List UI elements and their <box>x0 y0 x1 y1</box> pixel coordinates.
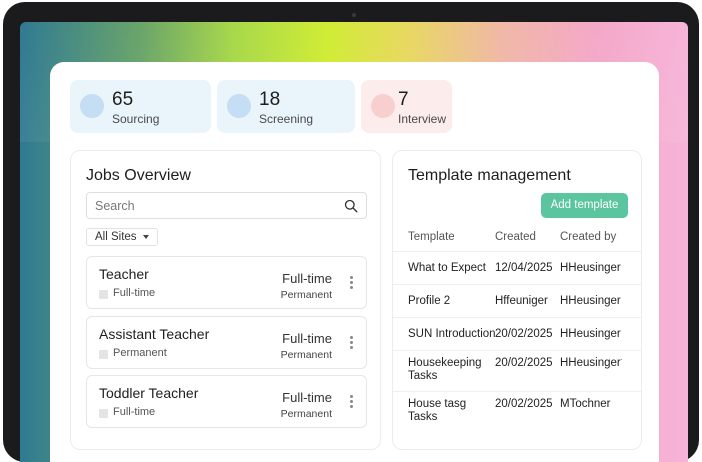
add-template-button[interactable]: Add template <box>541 193 628 218</box>
dashboard-panel: 65 Sourcing 18 Screening 7 Interview Job… <box>50 62 659 462</box>
job-title: Teacher <box>99 266 149 282</box>
template-management-card: Template management Add template Templat… <box>392 150 642 450</box>
job-title: Toddler Teacher <box>99 385 199 401</box>
table-row[interactable]: SUN Introduction 20/02/2025 HHeusinger <box>393 318 641 351</box>
table-row[interactable]: What to Expect 12/04/2025 HHeusinger <box>393 252 641 285</box>
job-contract: Permanent <box>280 289 332 301</box>
stat-label: Sourcing <box>112 112 160 126</box>
template-management-title: Template management <box>408 167 571 184</box>
more-options-icon[interactable] <box>350 395 353 409</box>
stat-interview[interactable]: 7 Interview <box>361 80 452 133</box>
table-header: Template Created Created by <box>393 229 641 252</box>
chevron-down-icon <box>142 234 149 239</box>
stat-value: 7 <box>398 89 409 110</box>
checkbox-icon[interactable] <box>99 350 108 359</box>
template-created-by: HHeusinger <box>560 295 621 307</box>
stat-screening[interactable]: 18 Screening <box>217 80 355 133</box>
job-row[interactable]: Assistant Teacher Permanent Full-time Pe… <box>86 316 367 369</box>
checkbox-icon[interactable] <box>99 409 108 418</box>
template-table: Template Created Created by What to Expe… <box>393 229 641 433</box>
stat-value: 18 <box>259 89 281 110</box>
site-filter-dropdown[interactable]: All Sites <box>86 228 158 246</box>
job-subtitle: Permanent <box>113 347 167 359</box>
job-contract: Permanent <box>280 349 332 361</box>
search-icon[interactable] <box>344 199 358 213</box>
template-created-by: MTochner <box>560 398 611 410</box>
template-created-by: HHeusinger <box>560 262 621 274</box>
job-contract: Permanent <box>280 408 332 420</box>
search-placeholder: Search <box>95 199 135 213</box>
table-row[interactable]: House tasg Tasks 20/02/2025 MTochner <box>393 392 641 433</box>
stat-dot-icon <box>80 94 104 118</box>
more-options-icon[interactable] <box>350 336 353 350</box>
stat-label: Screening <box>259 112 314 126</box>
stat-dot-icon <box>227 94 251 118</box>
table-row[interactable]: Housekeeping Tasks 20/02/2025 HHeusinger… <box>393 351 641 392</box>
stat-dot-icon <box>371 94 395 118</box>
template-created-by: HHeusinger <box>560 328 621 340</box>
stat-value: 65 <box>112 89 134 110</box>
jobs-overview-card: Jobs Overview Search All Sites Teacher F… <box>70 150 381 450</box>
column-header-created[interactable]: Created <box>495 231 536 243</box>
template-created-by: HHeusinger† <box>560 357 622 369</box>
search-input[interactable]: Search <box>86 192 367 219</box>
template-name: What to Expect <box>408 262 486 274</box>
screen-background: 65 Sourcing 18 Screening 7 Interview Job… <box>20 22 688 462</box>
camera-dot <box>352 13 356 17</box>
job-subtitle: Full-time <box>113 287 156 299</box>
site-filter-value: All Sites <box>95 231 137 243</box>
template-created: 20/02/2025 <box>495 357 553 369</box>
job-type: Full-time <box>282 271 332 286</box>
device-frame: 65 Sourcing 18 Screening 7 Interview Job… <box>3 2 699 462</box>
stat-sourcing[interactable]: 65 Sourcing <box>70 80 211 133</box>
more-options-icon[interactable] <box>350 276 353 290</box>
job-row[interactable]: Toddler Teacher Full-time Full-time Perm… <box>86 375 367 428</box>
job-type: Full-time <box>282 390 332 405</box>
job-type: Full-time <box>282 331 332 346</box>
job-title: Assistant Teacher <box>99 326 210 342</box>
job-subtitle: Full-time <box>113 406 156 418</box>
table-row[interactable]: Profile 2 Hffeuniger HHeusinger <box>393 285 641 318</box>
template-name: Profile 2 <box>408 295 451 307</box>
job-row[interactable]: Teacher Full-time Full-time Permanent <box>86 256 367 309</box>
column-header-created-by[interactable]: Created by <box>560 231 622 243</box>
template-name: House tasg Tasks <box>408 398 467 423</box>
template-created: Hffeuniger <box>495 295 548 307</box>
template-name: SUN Introduction <box>408 328 496 340</box>
template-name: Housekeeping Tasks <box>408 357 482 382</box>
column-header-template[interactable]: Template <box>408 231 496 244</box>
checkbox-icon[interactable] <box>99 290 108 299</box>
stat-label: Interview <box>398 112 447 126</box>
template-created: 20/02/2025 <box>495 398 553 410</box>
template-created: 20/02/2025 <box>495 328 553 340</box>
template-created: 12/04/2025 <box>495 262 553 274</box>
jobs-overview-title: Jobs Overview <box>86 167 191 184</box>
